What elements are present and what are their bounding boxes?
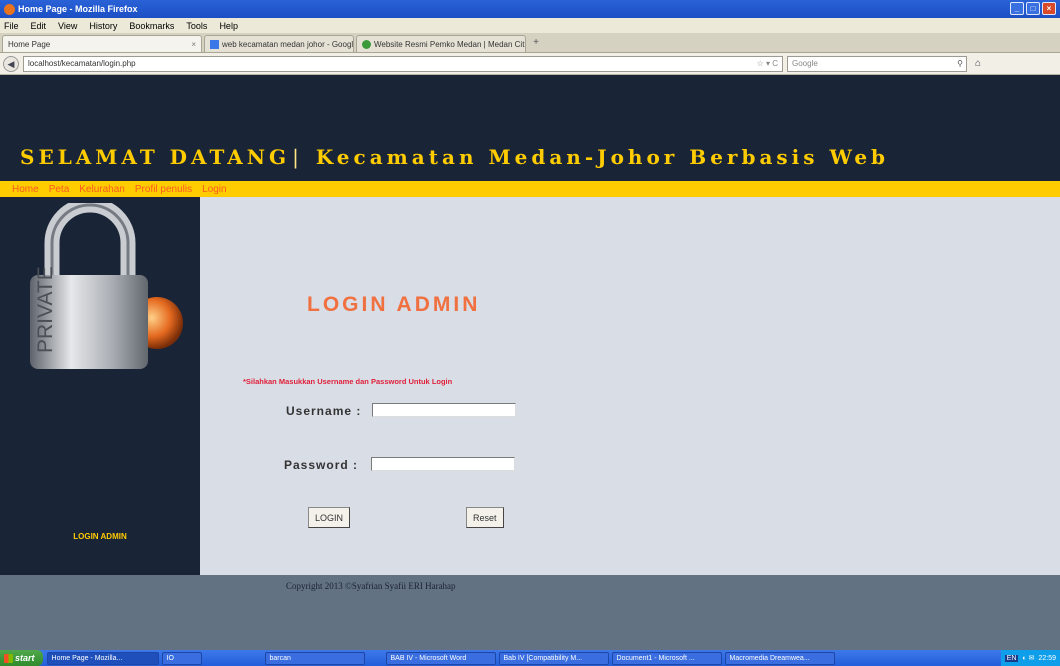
site-nav: Home Peta Kelurahan Profil penulis Login	[0, 181, 1060, 197]
username-label: Username :	[286, 404, 362, 418]
tray-icons: ◐ ✉	[1022, 655, 1035, 662]
login-title: LOGIN ADMIN	[307, 293, 481, 316]
taskbar: start Home Page - Mozilla... IO barcan B…	[0, 650, 1060, 666]
firefox-icon	[4, 3, 15, 15]
reset-button[interactable]: Reset	[466, 507, 504, 528]
site-title-separator: |	[292, 145, 303, 169]
login-instruction: *Silahkan Masukkan Username dan Password…	[243, 377, 453, 386]
site-title-left: SELAMAT DATANG	[20, 145, 291, 169]
menu-bar: File Edit View History Bookmarks Tools H…	[0, 18, 1060, 33]
nav-kelurahan[interactable]: Kelurahan	[79, 184, 125, 195]
login-panel: LOGIN ADMIN *Silahkan Masukkan Username …	[200, 197, 1060, 575]
taskbar-item-word-document1[interactable]: Document1 - Microsoft ...	[611, 651, 722, 665]
sidebar-login-admin-label: LOGIN ADMIN	[73, 532, 127, 541]
taskbar-item-firefox[interactable]: Home Page - Mozilla...	[46, 651, 159, 665]
menu-bookmarks[interactable]: Bookmarks	[129, 21, 174, 31]
close-icon[interactable]: ×	[1042, 2, 1056, 15]
site-title: SELAMAT DATANG | Kecamatan Medan-Johor Be…	[20, 145, 889, 169]
padlock-icon: PRIVATE	[30, 203, 183, 369]
tab-home-page[interactable]: Home Page ×	[2, 35, 202, 52]
system-tray: EN ◐ ✉ 22:59	[1000, 650, 1060, 666]
tab-bar: Home Page × web kecamatan medan johor - …	[0, 33, 1060, 53]
site-title-right: Kecamatan Medan-Johor Berbasis Web	[315, 145, 890, 169]
site-header: SELAMAT DATANG | Kecamatan Medan-Johor Be…	[0, 75, 1060, 181]
site-favicon-icon	[362, 39, 371, 49]
menu-file[interactable]: File	[4, 21, 19, 31]
taskbar-item-dreamweaver[interactable]: Macromedia Dreamwea...	[724, 651, 835, 665]
google-favicon-icon	[210, 39, 219, 49]
tab-label: Home Page	[8, 39, 51, 49]
new-tab-icon[interactable]: +	[528, 37, 544, 52]
start-button[interactable]: start	[0, 650, 43, 666]
lock-private-text: PRIVATE	[34, 266, 57, 353]
search-icon[interactable]: ⚲	[957, 59, 963, 68]
url-text: localhost/kecamatan/login.php	[28, 59, 136, 68]
menu-history[interactable]: History	[89, 21, 117, 31]
close-tab-icon[interactable]: ×	[191, 40, 196, 49]
copyright-text: Copyright 2013 ©Syafrian Syafii ERI Hara…	[286, 581, 456, 591]
web-page: SELAMAT DATANG | Kecamatan Medan-Johor Be…	[0, 75, 1060, 650]
login-button[interactable]: LOGIN	[308, 507, 351, 528]
nav-login[interactable]: Login	[202, 184, 226, 195]
site-footer: Copyright 2013 ©Syafrian Syafii ERI Hara…	[0, 575, 1060, 650]
username-field[interactable]	[372, 403, 516, 417]
home-icon[interactable]: ⌂	[975, 58, 981, 69]
windows-flag-icon	[4, 653, 13, 663]
tab-label: Website Resmi Pemko Medan | Medan Cit...	[374, 39, 526, 49]
taskbar-item-barcan[interactable]: barcan	[264, 651, 365, 665]
menu-help[interactable]: Help	[219, 21, 238, 31]
browser-window: Home Page - Mozilla Firefox _ □ × File E…	[0, 0, 1060, 666]
navigation-bar: ◀ localhost/kecamatan/login.php ☆ ▾ C Go…	[0, 53, 1060, 75]
start-label: start	[15, 653, 35, 663]
tab-label: web kecamatan medan johor - Google Se...	[222, 39, 354, 49]
minimize-icon[interactable]: _	[1010, 2, 1024, 15]
window-controls: _ □ ×	[1010, 2, 1056, 15]
window-title-bar: Home Page - Mozilla Firefox _ □ ×	[0, 0, 1060, 18]
password-label: Password :	[284, 458, 359, 472]
clock: 22:59	[1038, 654, 1056, 662]
back-icon[interactable]: ◀	[3, 55, 19, 72]
window-title: Home Page - Mozilla Firefox	[18, 4, 138, 14]
menu-edit[interactable]: Edit	[31, 21, 47, 31]
menu-view[interactable]: View	[58, 21, 77, 31]
url-bar[interactable]: localhost/kecamatan/login.php ☆ ▾ C	[23, 55, 783, 72]
language-indicator[interactable]: EN	[1004, 654, 1019, 662]
password-field[interactable]	[371, 457, 515, 471]
reload-icon[interactable]: ☆ ▾ C	[757, 59, 778, 68]
taskbar-item-io[interactable]: IO	[161, 651, 202, 665]
taskbar-item-word-bab-iv[interactable]: BAB IV - Microsoft Word	[385, 651, 496, 665]
taskbar-item-word-compat[interactable]: Bab IV [Compatibility M...	[498, 651, 609, 665]
sidebar: PRIVATE LOGIN ADMIN	[0, 197, 200, 575]
nav-peta[interactable]: Peta	[49, 184, 70, 195]
menu-tools[interactable]: Tools	[186, 21, 207, 31]
nav-home[interactable]: Home	[12, 184, 39, 195]
tab-pemko-medan[interactable]: Website Resmi Pemko Medan | Medan Cit...	[356, 35, 526, 52]
maximize-icon[interactable]: □	[1026, 2, 1040, 15]
nav-profil-penulis[interactable]: Profil penulis	[135, 184, 192, 195]
search-input[interactable]: Google ⚲	[787, 55, 967, 72]
search-placeholder: Google	[792, 59, 818, 68]
tab-google-search[interactable]: web kecamatan medan johor - Google Se...	[204, 35, 354, 52]
